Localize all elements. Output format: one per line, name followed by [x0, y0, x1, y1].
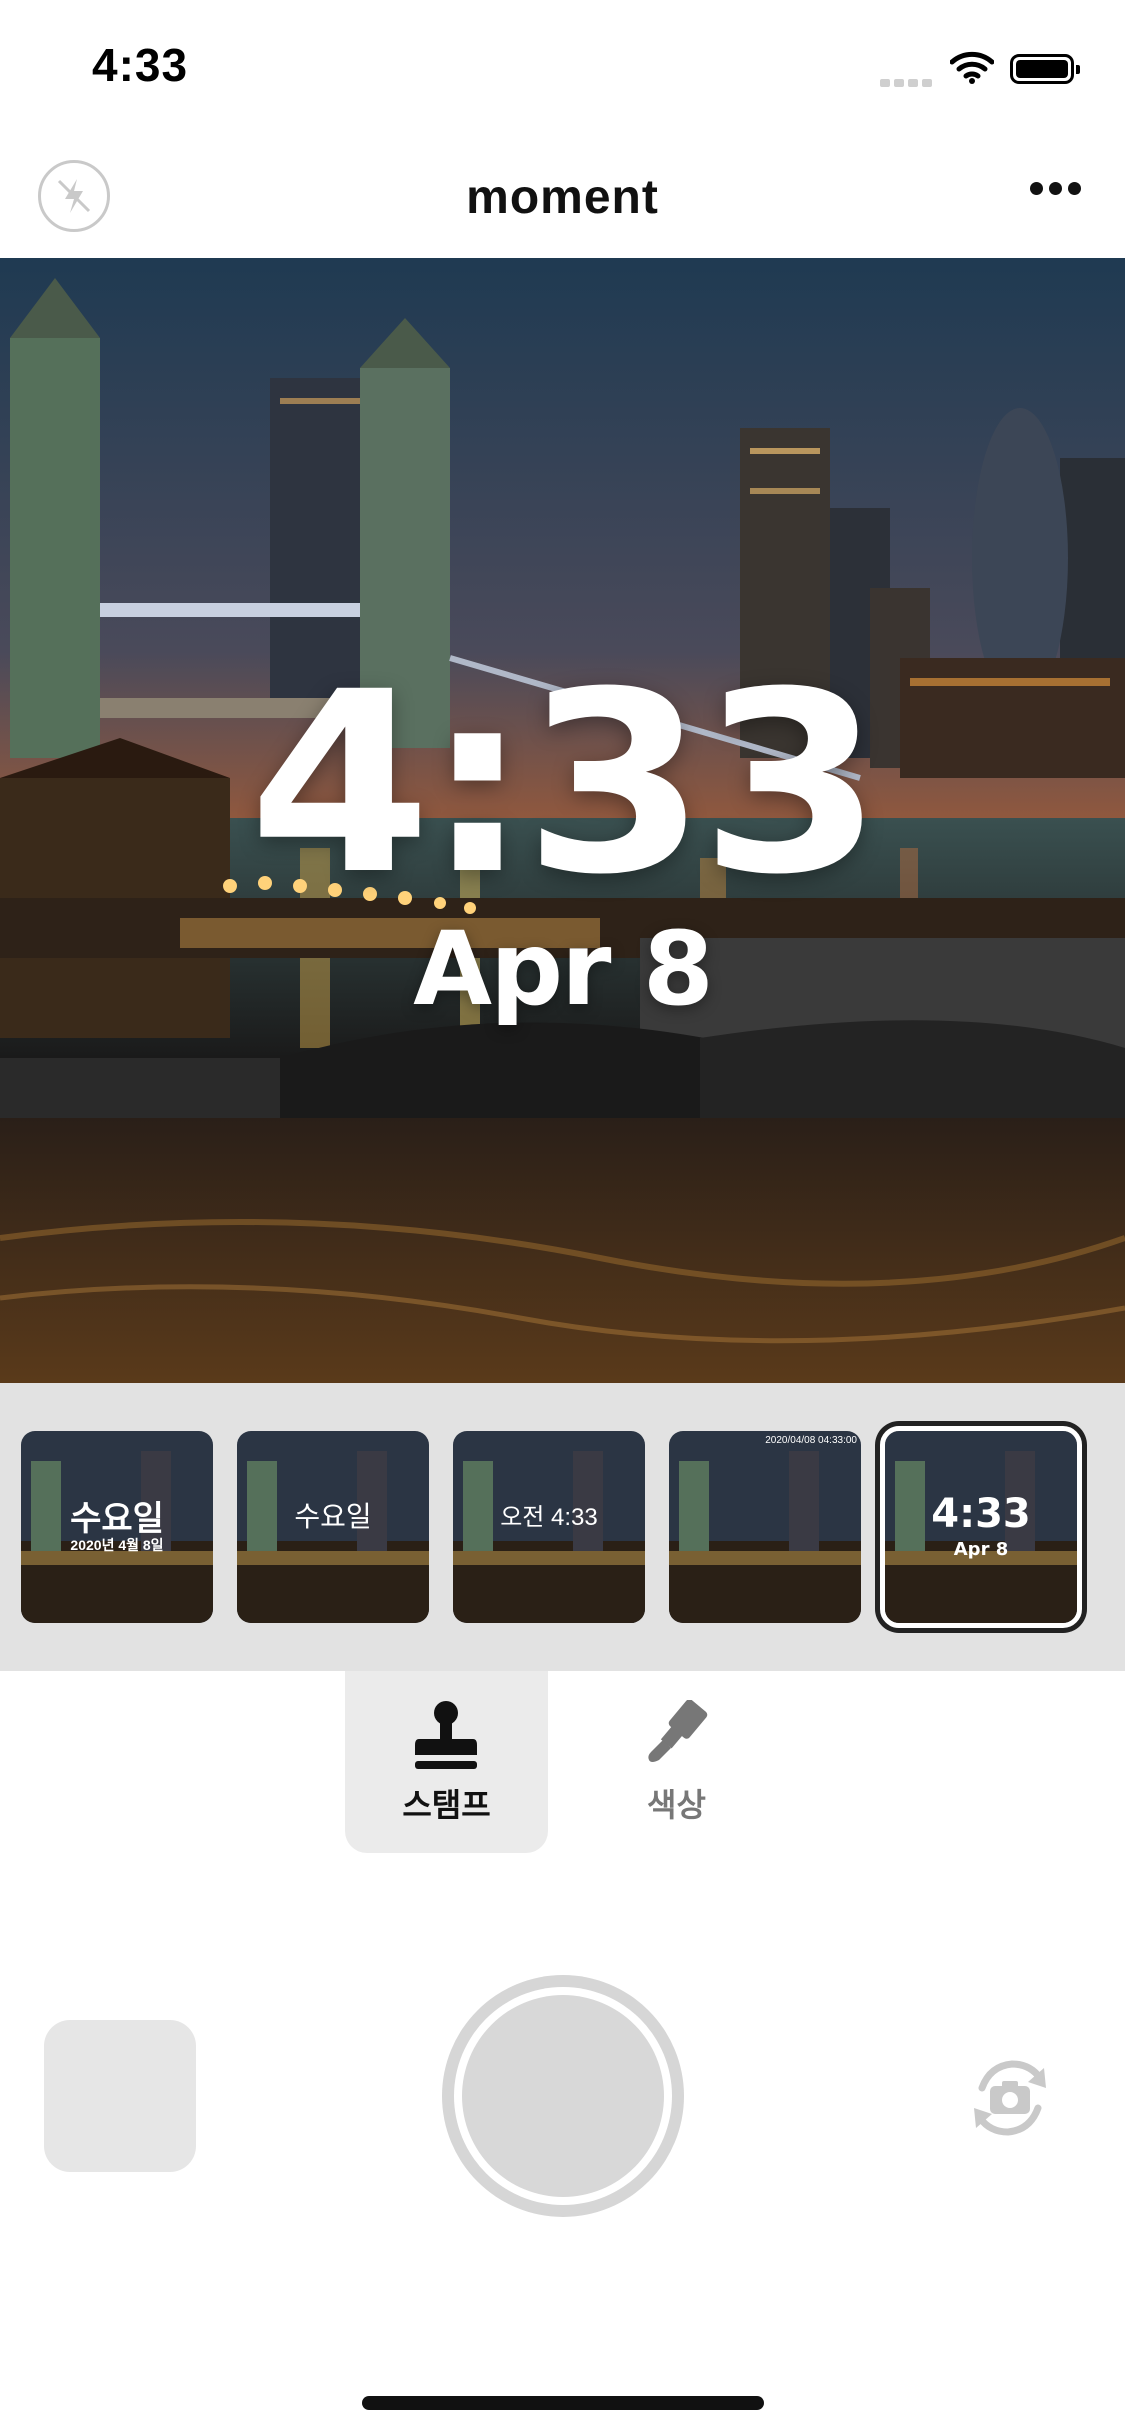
wifi-icon	[949, 50, 995, 89]
tab-color-label[interactable]: 색상	[575, 1780, 778, 1826]
switch-camera-icon	[974, 2060, 1046, 2136]
stamp-style-thumbnail[interactable]: 오전 4:33	[453, 1431, 645, 1623]
thumbnail-line2: 2020년 4월 8일	[70, 1537, 164, 1553]
gallery-thumbnail-button[interactable]	[44, 2020, 196, 2172]
cellular-signal-icon	[880, 74, 936, 92]
app-title: moment	[466, 171, 659, 224]
stamp-style-thumbnail[interactable]: 수요일 2020년 4월 8일	[21, 1431, 213, 1623]
thumbnail-line2: Apr 8	[953, 1539, 1009, 1560]
paint-brush-icon[interactable]	[645, 1700, 711, 1766]
status-time: 4:33	[92, 39, 189, 91]
stamp-style-thumbnail[interactable]: 수요일	[237, 1431, 429, 1623]
tab-stamp-label: 스탬프	[402, 1787, 491, 1823]
stamp-style-thumbnail-selected[interactable]: 4:33 Apr 8	[880, 1426, 1082, 1628]
stamp-style-strip: 수요일 2020년 4월 8일 수요일 오전 4:33 2020/04/08 0…	[0, 1383, 1125, 1671]
stamp-icon	[415, 1701, 477, 1769]
thumbnail-line1: 수요일	[294, 1501, 372, 1532]
battery-icon	[1010, 54, 1080, 84]
camera-preview-photo: 4:33 Apr 8	[0, 258, 1125, 1383]
thumbnail-line1: 4:33	[931, 1491, 1031, 1537]
thumbnail-line1: 수요일	[70, 1500, 164, 1538]
thumbnail-line1: 오전 4:33	[500, 1504, 598, 1531]
overlay-date-stamp: Apr 8	[413, 910, 714, 1029]
switch-camera-button[interactable]	[960, 2048, 1060, 2153]
overlay-time-stamp: 4:33	[248, 638, 883, 929]
thumbnail-corner-text: 2020/04/08 04:33:00	[765, 1435, 857, 1446]
home-indicator	[362, 2396, 764, 2410]
more-options-button[interactable]	[1030, 182, 1100, 210]
shutter-button-core[interactable]	[462, 1995, 664, 2197]
stamp-style-thumbnail[interactable]: 2020/04/08 04:33:00	[669, 1431, 861, 1623]
